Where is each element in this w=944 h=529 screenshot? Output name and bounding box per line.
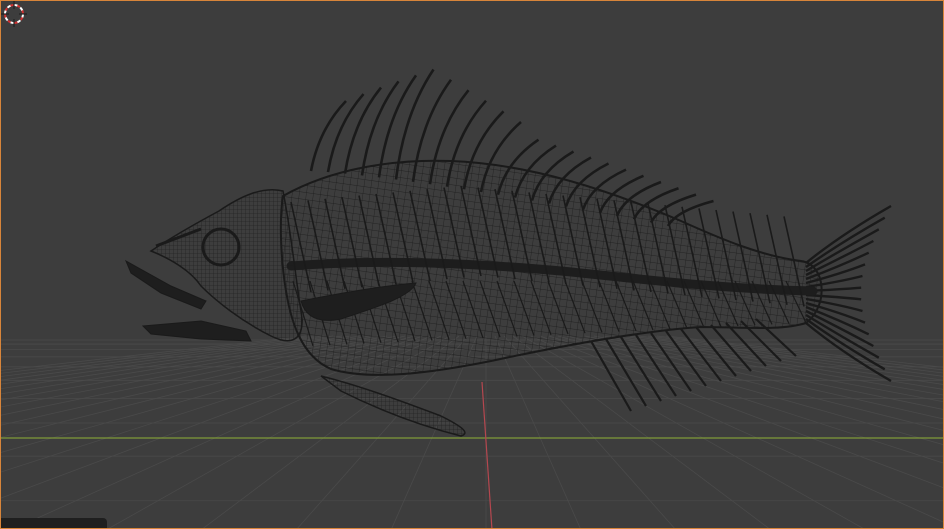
3d-viewport[interactable] — [0, 0, 944, 529]
pelvic-fin — [320, 375, 466, 437]
viewport-canvas[interactable] — [1, 1, 944, 529]
y-axis-line — [481, 381, 493, 528]
3d-cursor-icon[interactable] — [1, 1, 27, 27]
lower-jaw — [141, 320, 252, 342]
status-panel-corner — [1, 518, 107, 528]
